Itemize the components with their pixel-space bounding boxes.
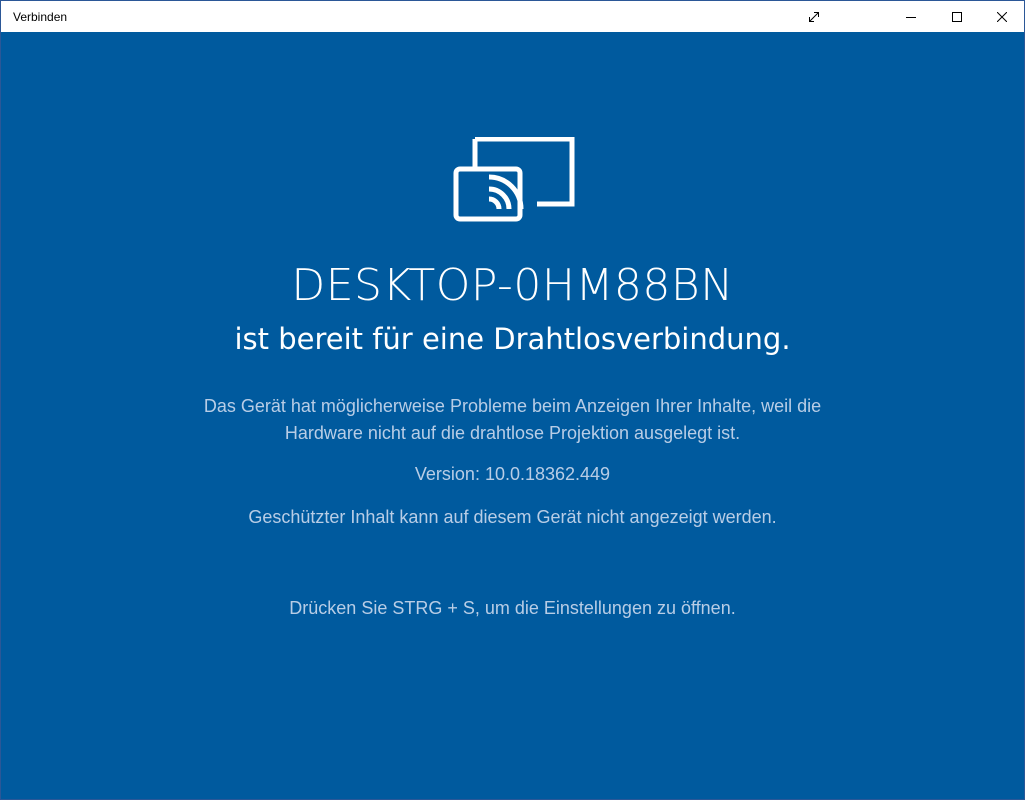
minimize-icon	[906, 16, 916, 18]
app-window: Verbinden DESKTOP-0HM88BN ist bereit für…	[0, 0, 1025, 800]
connect-panel: DESKTOP-0HM88BN ist bereit für eine Drah…	[1, 32, 1024, 799]
hardware-warning: Das Gerät hat möglicherweise Probleme be…	[1, 393, 1024, 447]
settings-hint: Drücken Sie STRG + S, um die Einstellung…	[289, 598, 736, 618]
ready-status: ist bereit für eine Drahtlosverbindung.	[234, 322, 791, 356]
minimize-button[interactable]	[888, 1, 934, 32]
window-title: Verbinden	[13, 10, 68, 24]
maximize-button[interactable]	[934, 1, 980, 32]
expand-button[interactable]	[791, 1, 837, 32]
hardware-warning-line-1: Das Gerät hat möglicherweise Probleme be…	[203, 396, 822, 416]
hardware-warning-line-2: Hardware nicht auf die drahtlose Projekt…	[284, 423, 741, 443]
version-text: Version: 10.0.18362.449	[414, 464, 611, 484]
cast-icon	[453, 137, 575, 222]
title-bar[interactable]: Verbinden	[1, 1, 1024, 32]
close-button[interactable]	[979, 1, 1024, 32]
maximize-icon	[952, 11, 962, 22]
expand-icon	[809, 11, 819, 22]
close-icon	[997, 11, 1007, 22]
protected-content-notice: Geschützter Inhalt kann auf diesem Gerät…	[248, 507, 777, 527]
device-name: DESKTOP-0HM88BN	[291, 260, 734, 311]
